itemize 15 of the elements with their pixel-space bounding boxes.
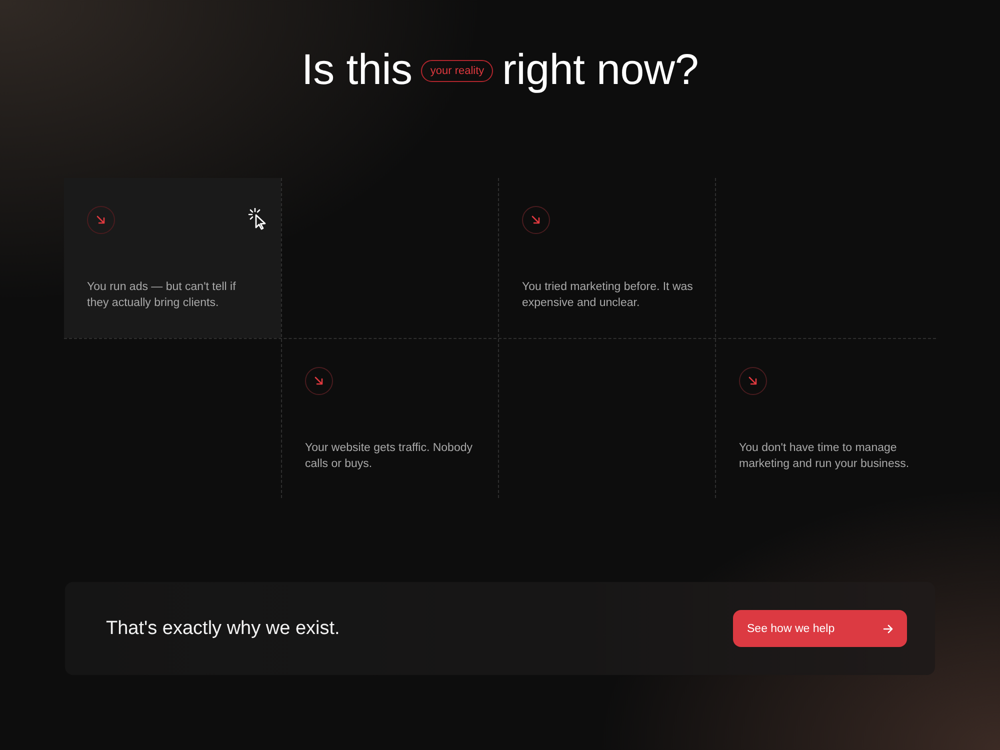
heading-text: Is this — [301, 45, 412, 96]
problem-card[interactable]: You tried marketing before. It was expensive and unclear. — [499, 178, 715, 338]
problem-text: You run ads — but can't tell if they actually bring clients. — [87, 280, 237, 311]
heading-text: right now? — [502, 45, 699, 96]
highlight-tag: your reality — [421, 60, 494, 82]
problem-card[interactable]: You don't have time to manage marketing and run your business. — [716, 339, 936, 498]
see-how-we-help-button[interactable]: See how we help — [733, 610, 907, 647]
problem-text: You tried marketing before. It was expensive and unclear. — [522, 280, 694, 311]
problem-card[interactable]: Your website gets traffic. Nobody calls or buys. — [282, 339, 498, 498]
problem-card[interactable]: You run ads — but can't tell if they actually bring clients. — [64, 178, 281, 338]
cursor-click-icon — [248, 208, 268, 230]
problem-text: Your website gets traffic. Nobody calls or buys. — [305, 441, 474, 472]
problem-text: You don't have time to manage marketing and run your business. — [739, 441, 910, 472]
banner-text: That's exactly why we exist. — [106, 618, 340, 640]
arrow-right-icon — [883, 624, 893, 634]
